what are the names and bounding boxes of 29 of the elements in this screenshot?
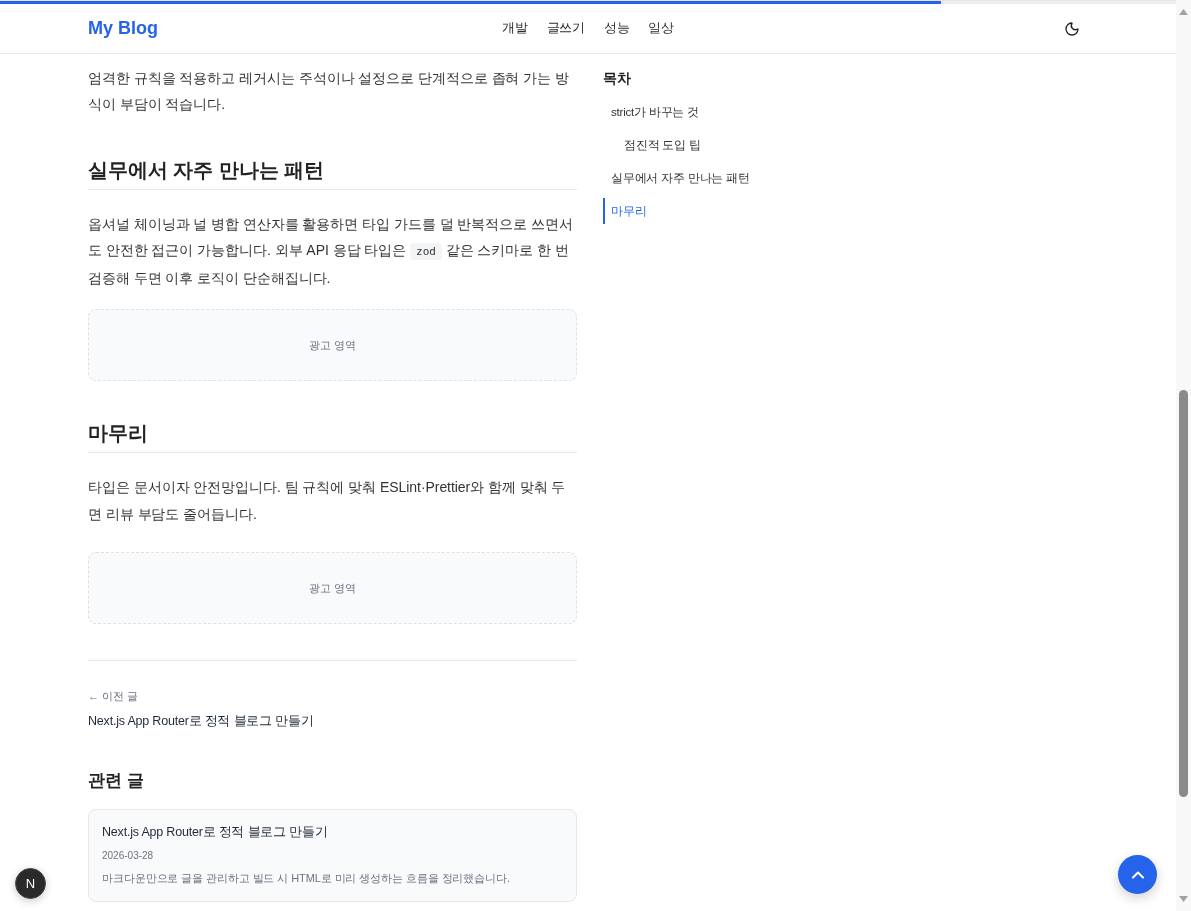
- section-heading: 실무에서 자주 만나는 패턴: [88, 155, 577, 190]
- body-paragraph: 타입은 문서이자 안전망입니다. 팀 규칙에 맞춰 ESLint·Prettier와 함께 맞춰 두면 리뷰 부담도 줄어듭니다.: [88, 478, 567, 524]
- nav-link[interactable]: 성능: [603, 20, 630, 37]
- nav-link[interactable]: 글쓰기: [546, 20, 585, 37]
- back-to-top-button[interactable]: [1118, 855, 1157, 894]
- blog-logo-link[interactable]: My Blog: [88, 18, 158, 39]
- dev-indicator-button[interactable]: N: [15, 868, 46, 899]
- post-excerpt: 마크다운만으로 글을 관리하고 빌드 시 HTML로 미리 생성하는 흐름을 정리했습니다.: [102, 871, 510, 887]
- previous-post-link[interactable]: Next.js App Router로 정적 블로그 만들기: [88, 712, 314, 731]
- ad-label: 광고 영역: [308, 338, 357, 353]
- related-post-title: Next.js App Router로 정적 블로그 만들기: [102, 824, 328, 842]
- scrollbar[interactable]: [1176, 0, 1191, 911]
- nav-link[interactable]: 일상: [648, 20, 674, 37]
- toc-link[interactable]: strict가 바꾸는 것: [603, 99, 708, 125]
- body-paragraph: 옵셔널 체이닝과 널 병합 연산자를 활용하면 타입 가드를 덜 반복적으로 쓰면서도 안전한 접근이 가능합니다. 외부 API 응답 타입은 zod 같은 스키마로 한 번 검증해 두면 이후 로직이 단순해집니다.: [88, 214, 574, 289]
- body-paragraph: 엄격한 규칙을 적용하고 레거시는 주석이나 설정으로 단계적으로 좁혀 가는 방식이 부담이 적습니다.: [88, 69, 570, 115]
- theme-toggle-button[interactable]: [1064, 20, 1080, 37]
- moon-icon: [1064, 20, 1080, 37]
- nav-link[interactable]: 개발: [502, 20, 528, 37]
- previous-post-label: ← 이전 글: [88, 689, 139, 705]
- related-post-card[interactable]: Next.js App Router로 정적 블로그 만들기 2026-03-28 마크다운만으로 글을 관리하고 빌드 시 HTML로 미리 생성하는 흐름을 정리했습니다.: [88, 809, 577, 903]
- section-heading: 마무리: [88, 419, 577, 454]
- ad-label: 광고 영역: [308, 580, 357, 596]
- related-posts-heading: 관련 글: [88, 770, 145, 793]
- toc-link[interactable]: 점진적 도입 팁: [616, 132, 709, 158]
- toc-title: 목차: [603, 69, 631, 88]
- toc-link[interactable]: 실무에서 자주 만나는 패턴: [603, 165, 758, 191]
- toc-link[interactable]: 마무리: [603, 198, 655, 224]
- post-date: 2026-03-28: [102, 849, 154, 864]
